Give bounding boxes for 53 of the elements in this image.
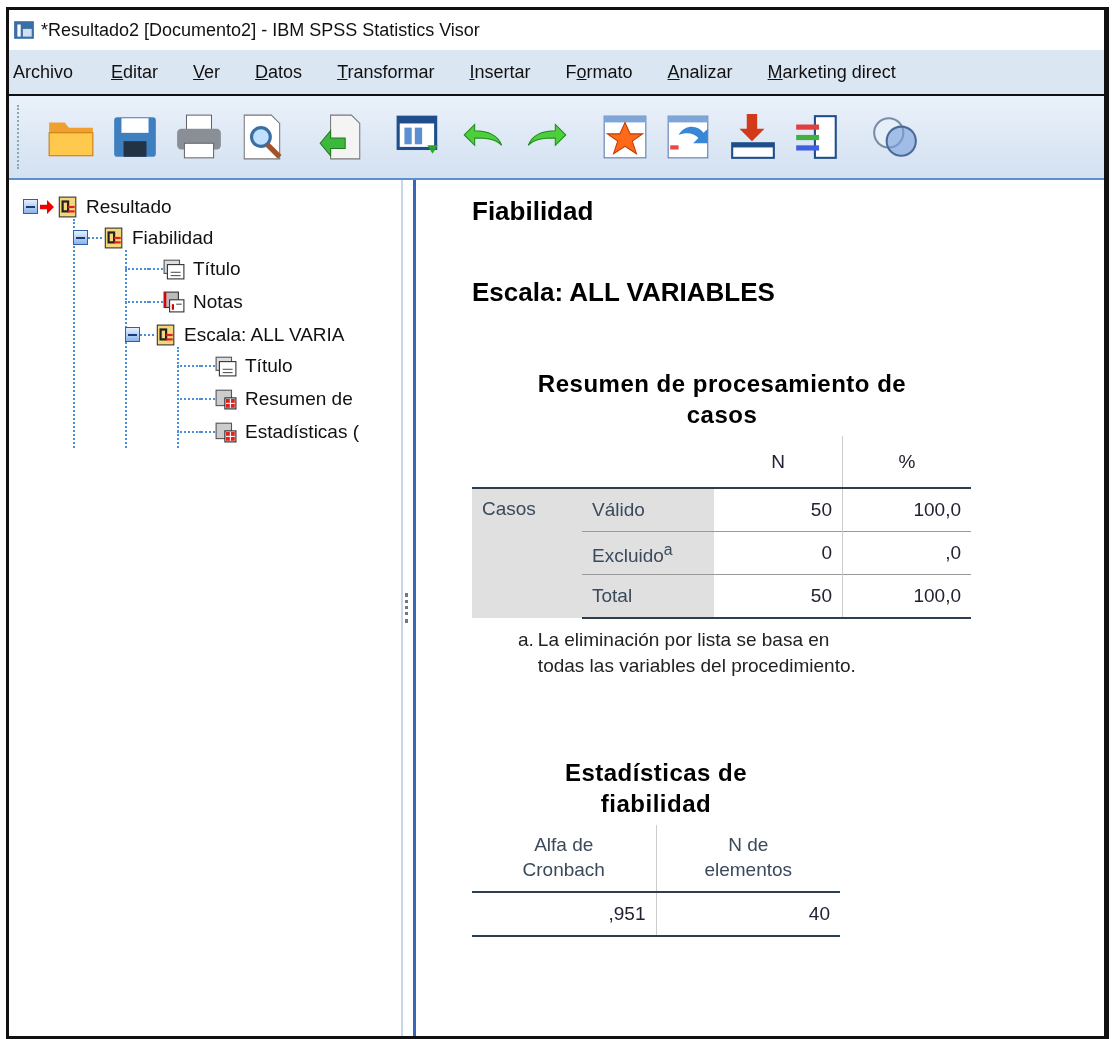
output-heading: Fiabilidad [472, 196, 595, 227]
table-cell: 50 [810, 499, 832, 521]
menu-item[interactable]: Ver [189, 61, 225, 83]
menu-item[interactable]: Analizar [663, 61, 737, 83]
notes-icon [163, 290, 185, 313]
menu-item[interactable]: Datos [251, 61, 307, 83]
column-header: N de elementos [703, 833, 794, 883]
table-cell: ,951 [608, 903, 646, 925]
book-icon [154, 323, 176, 346]
table-title: Resumen de procesamiento de casos [536, 369, 908, 431]
menu-item[interactable]: Archivo [9, 61, 78, 83]
table-cell: 100,0 [913, 585, 961, 607]
row-label: Excluido$^{a}$ [592, 544, 673, 566]
app-icon [13, 19, 35, 41]
table-page-icon [215, 387, 237, 410]
footnote-text: La eliminación por lista se basa en todas las variables del procedimiento. [537, 628, 857, 678]
row-label: Total [592, 585, 633, 607]
menu-item[interactable]: Marketing direct [763, 61, 900, 83]
row-group-label: Casos [482, 498, 536, 520]
title-page-icon [215, 354, 237, 377]
tree-item[interactable]: Fiabilidad [132, 226, 214, 249]
tree-item[interactable]: Estadísticas ( [245, 420, 360, 443]
collapse-toggle[interactable] [125, 327, 140, 342]
menu-item[interactable]: Transformar [333, 61, 439, 83]
book-icon [56, 195, 78, 218]
table-cell: 50 [810, 585, 832, 607]
table-cell: 0 [821, 542, 832, 564]
menu-item[interactable]: Formato [561, 61, 637, 83]
column-header: % [898, 450, 916, 472]
insert-row-icon[interactable] [728, 112, 778, 162]
column-header: Alfa de Cronbach [521, 833, 606, 883]
table-page-icon [215, 420, 237, 443]
book-icon [102, 226, 124, 249]
column-header: N [771, 450, 785, 472]
tree-item[interactable]: Resultado [86, 195, 172, 218]
window-title: *Resultado2 [Documento2] - IBM SPSS Statistics Visor [41, 19, 480, 41]
tree-item[interactable]: Notas [193, 290, 243, 313]
tree-item[interactable]: Resumen de [245, 387, 353, 410]
output-subheading: Escala: ALL VARIABLES [472, 277, 776, 308]
collapse-toggle[interactable] [73, 230, 88, 245]
title-page-icon [163, 257, 185, 280]
collapse-toggle[interactable] [23, 199, 38, 214]
table-cell: 100,0 [913, 499, 961, 521]
tree-item[interactable]: Título [193, 257, 241, 280]
table-title: Estadísticas de fiabilidad [563, 757, 749, 819]
menu-item[interactable]: Editar [107, 61, 163, 83]
row-label: Válido [592, 499, 645, 521]
menu-item[interactable]: Insertar [465, 61, 535, 83]
table-cell: ,0 [945, 542, 961, 564]
table-cell: 40 [808, 903, 830, 925]
tree-item[interactable]: Título [245, 354, 293, 377]
tree-item[interactable]: Escala: ALL VARIA [184, 323, 345, 346]
footnote-mark: a. [518, 628, 534, 653]
